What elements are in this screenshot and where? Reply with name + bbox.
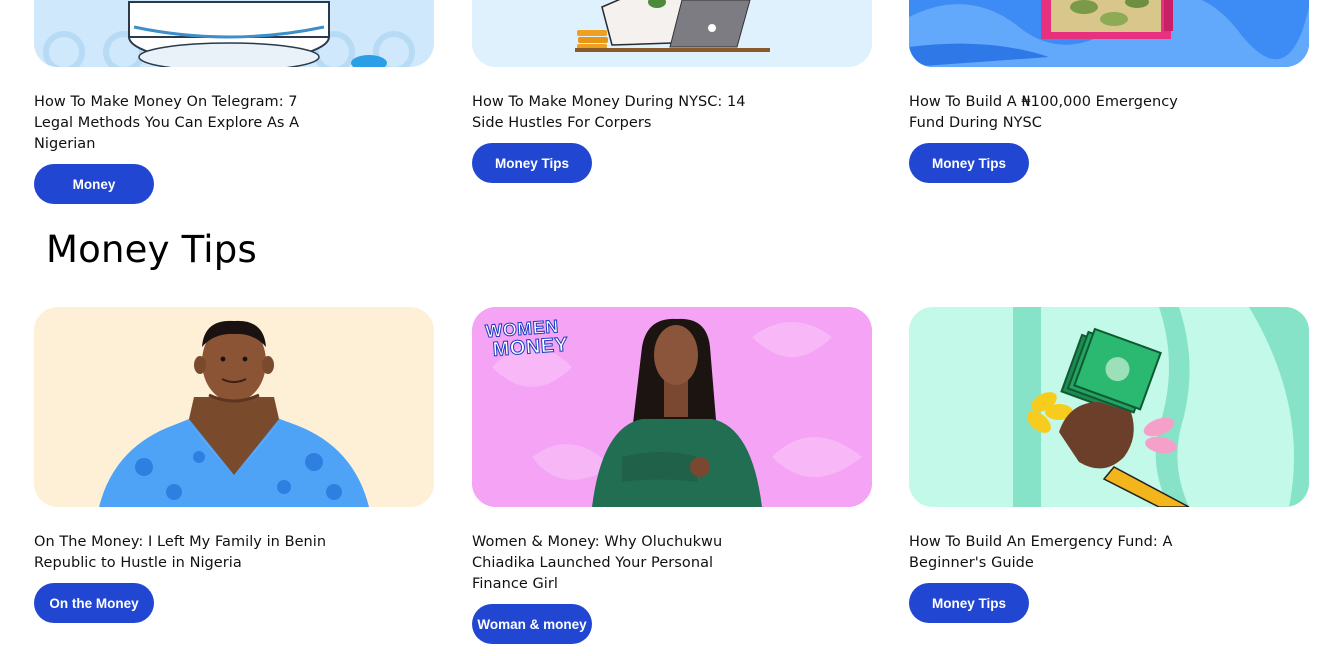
article-title[interactable]: How To Make Money During NYSC: 14 Side H… <box>472 92 772 134</box>
category-tag-money-tips[interactable]: Money Tips <box>909 143 1029 183</box>
thumbnail-emergency-guide[interactable] <box>909 307 1309 507</box>
article-title[interactable]: How To Make Money On Telegram: 7 Legal M… <box>34 92 334 155</box>
women-and-money-logo: WOMEN MONEY <box>484 316 584 363</box>
category-tag-on-the-money[interactable]: On the Money <box>34 583 154 623</box>
thumbnail-women-money[interactable]: WOMEN MONEY <box>472 307 872 507</box>
article-title[interactable]: On The Money: I Left My Family in Benin … <box>34 532 334 574</box>
thumbnail-man-illustration <box>34 307 434 507</box>
section-heading: Money Tips <box>46 228 257 271</box>
category-tag-money-tips[interactable]: Money Tips <box>472 143 592 183</box>
category-tag-money-tips[interactable]: Money Tips <box>909 583 1029 623</box>
thumbnail-telegram[interactable] <box>34 0 434 67</box>
thumbnail-nysc[interactable] <box>472 0 872 67</box>
logo-line-2: MONEY <box>491 333 570 361</box>
category-tag-woman-and-money[interactable]: Woman & money <box>472 604 592 644</box>
article-title[interactable]: How To Build A ₦100,000 Emergency Fund D… <box>909 92 1209 134</box>
thumbnail-telegram-illustration <box>34 0 434 67</box>
thumbnail-fund-nysc[interactable] <box>909 0 1309 67</box>
article-title[interactable]: Women & Money: Why Oluchukwu Chiadika La… <box>472 532 772 595</box>
thumbnail-nysc-illustration <box>472 0 872 67</box>
thumbnail-hand-cash-illustration <box>909 307 1309 507</box>
thumbnail-fund-nysc-illustration <box>909 0 1309 67</box>
category-tag-money[interactable]: Money <box>34 164 154 204</box>
article-title[interactable]: How To Build An Emergency Fund: A Beginn… <box>909 532 1209 574</box>
thumbnail-on-the-money[interactable] <box>34 307 434 507</box>
